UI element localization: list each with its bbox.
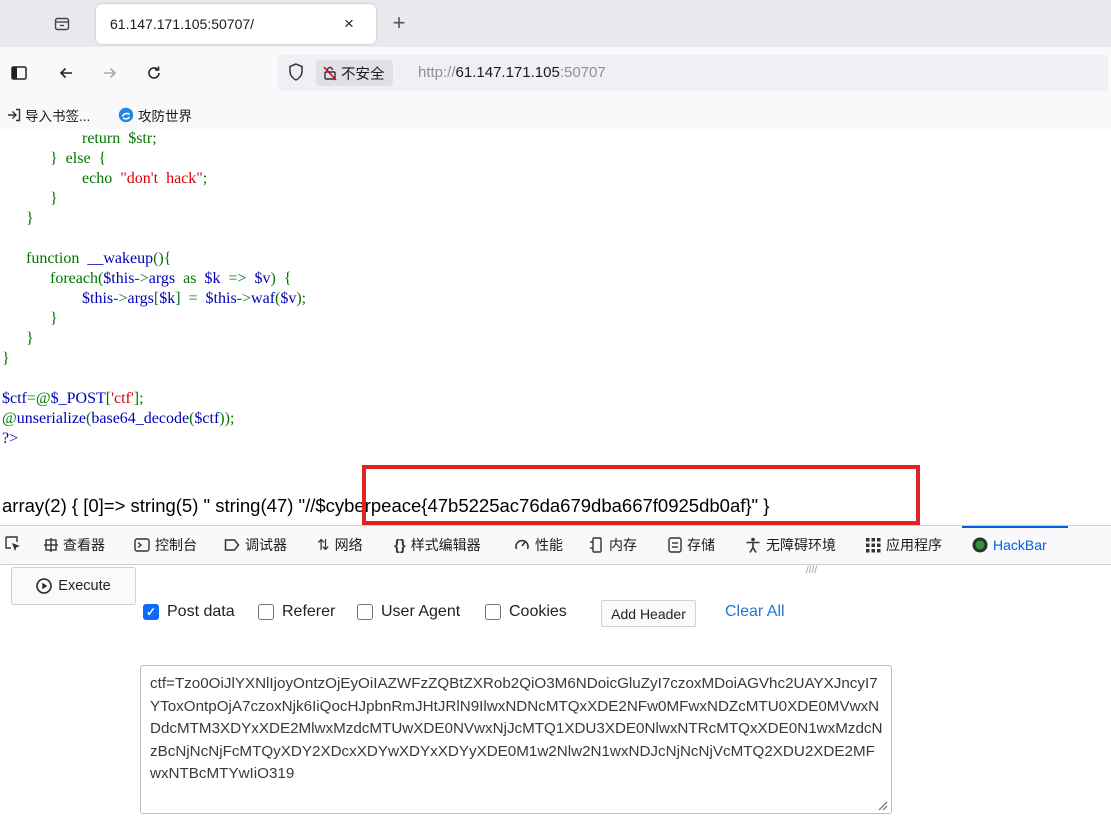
flag-highlight-box: [362, 465, 920, 525]
insecure-connection-badge[interactable]: 不安全: [316, 60, 393, 86]
address-bar[interactable]: 不安全 http://61.147.171.105:50707: [278, 55, 1108, 91]
code-line: echo "don't hack";: [2, 170, 208, 187]
tab-memory[interactable]: 内存: [590, 535, 637, 555]
console-icon: [134, 538, 150, 552]
code-line: }: [2, 350, 10, 367]
bookmark-import[interactable]: 导入书签...: [7, 105, 90, 125]
bookmarks-bar: 导入书签... 攻防世界: [0, 99, 1111, 129]
code-line: }: [2, 310, 58, 327]
code-line: $this->args[$k] = $this->waf($v);: [82, 290, 307, 307]
tab-hackbar[interactable]: HackBar: [962, 526, 1068, 565]
referer-option[interactable]: Referer: [258, 603, 335, 621]
sidebar-icon[interactable]: [6, 60, 32, 86]
hackbar-icon: [972, 537, 988, 553]
tab-accessibility[interactable]: 无障碍环境: [745, 535, 836, 555]
bookmark-label: 攻防世界: [138, 109, 192, 124]
memory-icon: [590, 537, 602, 553]
clear-all-link[interactable]: Clear All: [725, 603, 785, 621]
element-picker-icon[interactable]: [4, 535, 22, 553]
code-line: ?>: [2, 430, 19, 447]
close-tab-icon[interactable]: ×: [338, 13, 360, 35]
tab-storage[interactable]: 存储: [668, 535, 715, 555]
tab-application[interactable]: 应用程序: [866, 535, 942, 555]
style-editor-icon: {}: [394, 536, 406, 554]
page-content: return $str; } else { echo "don't hack";…: [0, 129, 1111, 525]
browser-tab[interactable]: 61.147.171.105:50707/ ×: [96, 4, 376, 44]
back-icon[interactable]: [53, 60, 79, 86]
post-data-textarea[interactable]: ctf=Tzo0OiJlYXNlIjoyOntzOjEyOiIAZWFzZQBt…: [140, 665, 892, 814]
cookies-option[interactable]: Cookies: [485, 603, 567, 621]
tab-style-editor[interactable]: {} 样式编辑器: [394, 535, 481, 555]
accessibility-icon: [746, 537, 760, 553]
tab-hackbar-inner: HackBar: [972, 537, 1047, 553]
performance-icon: [515, 539, 529, 550]
reload-icon[interactable]: [141, 60, 167, 86]
code-line: } else {: [2, 150, 107, 167]
tab-inspector[interactable]: 查看器: [44, 535, 105, 555]
code-line: }: [2, 210, 34, 227]
url-text: http://61.147.171.105:50707: [418, 64, 606, 81]
code-line: @unserialize(base64_decode($ctf));: [2, 410, 235, 427]
post-data-option[interactable]: ✓ Post data: [143, 603, 235, 621]
resize-handle-icon[interactable]: ////: [806, 565, 817, 576]
code-line: }: [2, 190, 58, 207]
bookmark-site[interactable]: 攻防世界: [118, 105, 192, 125]
tab-strip: 61.147.171.105:50707/ × +: [0, 0, 1111, 47]
user-agent-option[interactable]: User Agent: [357, 603, 460, 621]
inspector-icon: [44, 538, 58, 552]
storage-icon: [668, 537, 682, 553]
execute-button[interactable]: Execute: [11, 567, 136, 605]
php-source-code: return $str; } else { echo "don't hack";…: [2, 129, 306, 449]
navigation-bar: 不安全 http://61.147.171.105:50707: [0, 47, 1111, 99]
post-data-value: ctf=Tzo0OiJlYXNlIjoyOntzOjEyOiIAZWFzZQBt…: [150, 675, 883, 782]
devtools-toolbar: 查看器 控制台 调试器 ⇅ 网络 {} 样式编辑器 性能 内存 存储 无障碍环境…: [0, 525, 1111, 565]
new-tab-button[interactable]: +: [386, 10, 412, 36]
play-circle-icon: [36, 578, 53, 594]
post-data-checkbox[interactable]: ✓: [143, 604, 159, 620]
import-icon: [8, 108, 21, 122]
network-icon: ⇅: [317, 537, 330, 554]
referer-checkbox[interactable]: [258, 604, 274, 620]
code-line: }: [2, 330, 34, 347]
site-favicon: [118, 107, 134, 123]
broken-lock-icon: [323, 66, 337, 81]
application-icon: [866, 537, 881, 552]
tab-console[interactable]: 控制台: [134, 535, 197, 555]
tab-performance[interactable]: 性能: [514, 535, 563, 555]
hackbar-panel: //// Execute ✓ Post data Referer User Ag…: [0, 565, 1111, 828]
tracking-shield-icon[interactable]: [288, 63, 304, 86]
tab-title: 61.147.171.105:50707/: [110, 16, 255, 32]
user-agent-checkbox[interactable]: [357, 604, 373, 620]
code-line: foreach($this->args as $k => $v) {: [2, 270, 292, 287]
textarea-resize-icon[interactable]: [876, 799, 888, 811]
debugger-icon: [224, 539, 240, 551]
tab-network[interactable]: ⇅ 网络: [317, 535, 363, 555]
insecure-label: 不安全: [341, 66, 385, 83]
tab-list-icon[interactable]: [48, 10, 76, 38]
forward-icon[interactable]: [97, 60, 123, 86]
tab-debugger[interactable]: 调试器: [224, 535, 287, 555]
bookmark-label: 导入书签...: [25, 109, 91, 124]
add-header-button[interactable]: Add Header: [601, 600, 696, 627]
code-line: $ctf=@$_POST['ctf'];: [2, 390, 144, 407]
code-line: function __wakeup(){: [2, 250, 172, 267]
cookies-checkbox[interactable]: [485, 604, 501, 620]
code-line: return $str;: [2, 130, 157, 147]
